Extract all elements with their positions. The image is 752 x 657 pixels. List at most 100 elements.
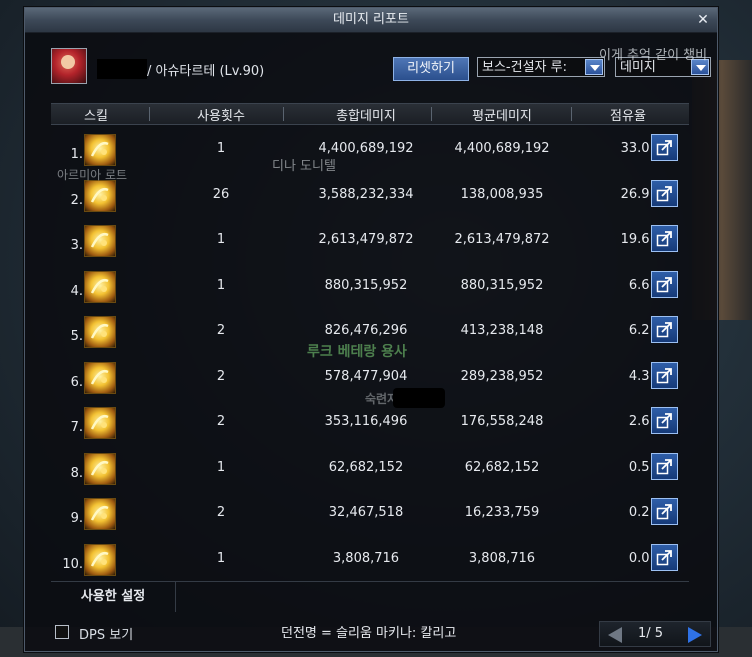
table-row: 7. 2 353,116,496 176,558,248 2.6 % [51, 402, 689, 447]
row-total-damage: 3,808,716 [332, 550, 400, 566]
table-header: 스킬 사용횟수 총합데미지 평균데미지 점유율 [51, 103, 689, 125]
export-icon [656, 185, 672, 201]
metric-select[interactable]: 데미지 [615, 57, 711, 77]
export-icon [656, 413, 672, 429]
header-total: 총합데미지 [336, 109, 396, 124]
export-icon [656, 140, 672, 156]
row-avg-damage: 3,808,716 [468, 550, 536, 566]
row-rank: 4. [70, 283, 83, 299]
boss-select-value: 보스-건설자 루: [482, 60, 567, 75]
table-row: 5. 2 826,476,296 413,238,148 6.2 % [51, 311, 689, 356]
row-avg-damage: 176,558,248 [460, 414, 544, 429]
skill-slash-icon [84, 361, 116, 394]
chevron-down-icon[interactable] [691, 59, 709, 75]
used-settings-tab[interactable]: 사용한 설정 [51, 582, 176, 612]
skill-damage-table: 스킬 사용횟수 총합데미지 평균데미지 점유율 1. 1 4,400,689,1… [51, 103, 689, 581]
table-row: 2. 26 3,588,232,334 138,008,935 26.9 % [51, 175, 689, 220]
header-share: 점유율 [610, 109, 646, 124]
detail-button[interactable] [651, 270, 678, 298]
skill-sun-icon [84, 134, 116, 166]
row-uses: 1 [216, 141, 226, 156]
detail-button[interactable] [651, 452, 678, 480]
export-icon [656, 549, 672, 565]
row-total-damage: 62,682,152 [328, 459, 404, 475]
row-total-damage: 32,467,518 [328, 505, 404, 520]
row-total-damage: 578,477,904 [324, 368, 408, 384]
character-portrait [51, 48, 87, 84]
row-avg-damage: 138,008,935 [460, 186, 544, 202]
detail-button[interactable] [651, 361, 678, 389]
detail-button[interactable] [651, 316, 678, 343]
boss-select[interactable]: 보스-건설자 루: [477, 57, 605, 77]
row-rank: 9. [70, 511, 83, 526]
row-uses: 1 [216, 550, 226, 566]
row-rank: 5. [70, 329, 83, 344]
prev-page-icon[interactable] [608, 627, 622, 643]
skill-arc-icon [84, 270, 116, 303]
header-uses: 사용횟수 [197, 109, 245, 124]
row-uses: 2 [216, 505, 226, 520]
character-name: / 아슈타르테 (Lv.90) [147, 64, 265, 79]
page-indicator: 1/ 5 [638, 626, 664, 641]
export-icon [656, 231, 672, 247]
row-uses: 2 [216, 414, 226, 429]
table-row: 10. 1 3,808,716 3,808,716 0.0 % [51, 539, 689, 584]
row-rank: 10. [62, 556, 83, 572]
row-rank: 6. [70, 374, 83, 390]
table-row: 1. 1 4,400,689,192 4,400,689,192 33.0 % [51, 129, 689, 174]
export-icon [656, 458, 672, 474]
row-uses: 26 [212, 186, 230, 202]
dps-checkbox[interactable] [55, 625, 69, 639]
row-total-damage: 3,588,232,334 [318, 186, 414, 202]
report-header: / 아슈타르테 (Lv.90) 리셋하기 보스-건설자 루: 데미지 [51, 48, 711, 88]
row-avg-damage: 62,682,152 [464, 459, 540, 475]
next-page-icon[interactable] [688, 627, 702, 643]
row-uses: 1 [216, 277, 226, 293]
detail-button[interactable] [651, 225, 678, 252]
export-icon [656, 367, 672, 383]
row-total-damage: 826,476,296 [324, 323, 408, 338]
skill-burst-icon [84, 407, 116, 439]
row-avg-damage: 413,238,148 [460, 323, 544, 338]
detail-button[interactable] [651, 179, 678, 207]
redacted-name [97, 59, 147, 79]
metric-select-value: 데미지 [620, 60, 656, 75]
row-total-damage: 4,400,689,192 [318, 141, 414, 156]
chevron-down-icon[interactable] [585, 59, 603, 75]
window-titlebar[interactable]: 데미지 리포트 ✕ [25, 8, 717, 33]
table-row: 4. 1 880,315,952 880,315,952 6.6 % [51, 266, 689, 311]
row-total-damage: 2,613,479,872 [318, 232, 414, 247]
skill-cross-icon [84, 498, 116, 530]
dungeon-info: 던전명 = 슬리움 마키나: 칼리고 [281, 626, 457, 641]
row-total-damage: 353,116,496 [324, 414, 408, 429]
detail-button[interactable] [651, 407, 678, 434]
row-uses: 1 [216, 459, 226, 475]
export-icon [656, 504, 672, 520]
window-title: 데미지 리포트 [333, 12, 409, 27]
skill-blade-icon [84, 452, 116, 485]
detail-button[interactable] [651, 134, 678, 161]
detail-button[interactable] [651, 498, 678, 525]
damage-report-window: 데미지 리포트 ✕ / 아슈타르테 (Lv.90) 리셋하기 보스-건설자 루:… [24, 7, 718, 652]
row-avg-damage: 880,315,952 [460, 277, 544, 293]
row-rank: 7. [70, 420, 83, 435]
skill-star-icon [84, 225, 116, 257]
pager: 1/ 5 [599, 621, 711, 647]
close-icon[interactable]: ✕ [695, 12, 711, 28]
table-row: 9. 2 32,467,518 16,233,759 0.2 % [51, 493, 689, 538]
export-icon [656, 276, 672, 292]
skill-spark-icon [84, 543, 116, 576]
row-uses: 2 [216, 368, 226, 384]
skill-stripe-icon [84, 316, 116, 348]
detail-button[interactable] [651, 543, 678, 571]
table-row: 6. 2 578,477,904 289,238,952 4.3 % [51, 357, 689, 402]
reset-button[interactable]: 리셋하기 [393, 57, 469, 81]
row-avg-damage: 2,613,479,872 [454, 232, 550, 247]
row-rank: 8. [70, 465, 83, 481]
header-avg: 평균데미지 [472, 109, 532, 124]
row-total-damage: 880,315,952 [324, 277, 408, 293]
row-avg-damage: 16,233,759 [464, 505, 540, 520]
skill-swirl-icon [84, 179, 116, 212]
dps-label: DPS 보기 [79, 628, 134, 643]
row-avg-damage: 289,238,952 [460, 368, 544, 384]
